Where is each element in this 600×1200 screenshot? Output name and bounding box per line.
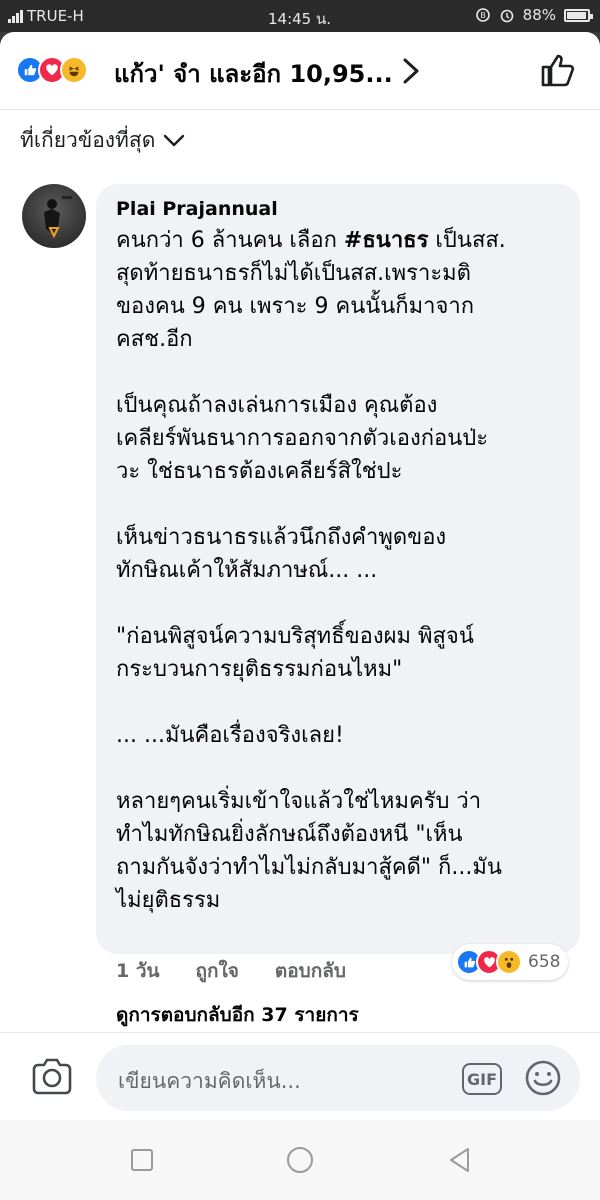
comment-input[interactable]: เขียนความคิดเห็น... GIF — [96, 1045, 580, 1111]
avatar-image — [44, 196, 72, 239]
like-outline-icon[interactable] — [540, 52, 576, 88]
svg-text:B: B — [480, 11, 486, 20]
data-saver-icon: B — [475, 8, 490, 22]
text-line: เป็นคุณถ้าลงเล่นการเมือง คุณต้อง — [116, 393, 438, 418]
comment-bubble[interactable]: Plai Prajannual คนกว่า 6 ล้านคน เลือก #ธ… — [96, 184, 580, 954]
sort-dropdown[interactable]: ที่เกี่ยวข้องที่สุด — [20, 124, 185, 157]
carrier-group: TRUE-H — [8, 7, 84, 25]
text-line: วะ ใช่ธนาธรต้องเคลียร์สิใช่ปะ — [116, 459, 403, 484]
chevron-right-icon[interactable] — [400, 56, 422, 86]
reactions-sheet: แก้ว' จำ และอีก 10,95... ที่เกี่ยวข้องที… — [0, 32, 600, 1200]
back-icon[interactable] — [446, 1146, 474, 1174]
reaction-count: 658 — [528, 952, 561, 972]
home-icon[interactable] — [286, 1146, 314, 1174]
text-line: หลายๆคนเริ่มเข้าใจแล้วใช่ไหมครับ ว่า — [116, 789, 482, 814]
comment-paragraph: ... ...มันคือเรื่องจริงเลย! — [116, 719, 560, 752]
wow-icon — [496, 949, 522, 975]
battery-icon — [564, 8, 593, 22]
text-line: ... ...มันคือเรื่องจริงเลย! — [116, 723, 344, 748]
system-nav-bar — [0, 1120, 600, 1200]
clock: 14:45 น. — [268, 10, 332, 28]
chevron-down-icon — [164, 134, 185, 146]
signal-icon — [8, 9, 23, 23]
comment-time[interactable]: 1 วัน — [116, 956, 160, 986]
text-line: เห็นข่าวธนาธรแล้วนึกถึงคำพูดของ — [116, 525, 447, 550]
text-line: "ก่อนพิสูจน์ความบริสุทธิ์ของผม พิสูจน์ — [116, 624, 474, 649]
comment-input-placeholder: เขียนความคิดเห็น... — [118, 1069, 301, 1093]
reaction-icons — [16, 56, 88, 84]
comment-paragraph: "ก่อนพิสูจน์ความบริสุทธิ์ของผม พิสูจน์ ก… — [116, 620, 560, 686]
view-more-replies-link[interactable]: ดูการตอบกลับอีก 37 รายการ — [116, 1000, 359, 1030]
comment-paragraph: คนกว่า 6 ล้านคน เลือก #ธนาธร เป็นสส. สุด… — [116, 224, 560, 356]
text-line: กระบวนการยุติธรรมก่อนไหม" — [116, 657, 403, 682]
like-button[interactable]: ถูกใจ — [196, 956, 239, 986]
comment-paragraph: เห็นข่าวธนาธรแล้วนึกถึงคำพูดของ ทักษิณเค… — [116, 521, 560, 587]
comment-text: คนกว่า 6 ล้านคน เลือก #ธนาธร เป็นสส. สุด… — [116, 224, 560, 917]
reply-button[interactable]: ตอบกลับ — [275, 956, 346, 986]
text-line: ทักษิณเค้าให้สัมภาษณ์... ... — [116, 558, 378, 583]
text-line: เป็นสส. — [428, 228, 506, 253]
text-line: ของคน 9 คน เพราะ 9 คนนั้นก็มาจาก — [116, 294, 475, 319]
comment-actions: 1 วัน ถูกใจ ตอบกลับ — [116, 956, 382, 986]
battery-percent: 88% — [522, 6, 556, 24]
avatar[interactable] — [22, 184, 86, 248]
comment-composer: เขียนความคิดเห็น... GIF — [0, 1032, 600, 1120]
text-line: ไม่ยุติธรรม — [116, 888, 221, 913]
gif-button[interactable]: GIF — [462, 1063, 502, 1095]
comment-paragraph: หลายๆคนเริ่มเข้าใจแล้วใช่ไหมครับ ว่า ทำไ… — [116, 785, 560, 917]
reactions-header[interactable]: แก้ว' จำ และอีก 10,95... — [0, 32, 600, 110]
text-line: คนกว่า 6 ล้านคน เลือก — [116, 228, 344, 253]
text-line: ถามกันจังว่าทำไมไม่กลับมาสู้คดี" ก็...มั… — [116, 855, 502, 880]
status-bar: TRUE-H 14:45 น. B 88% — [0, 0, 600, 32]
comment-reactions[interactable]: 658 — [452, 944, 569, 980]
emoji-icon[interactable] — [524, 1059, 562, 1097]
text-line: คสช.อีก — [116, 327, 193, 352]
reaction-summary[interactable]: แก้ว' จำ และอีก 10,95... — [114, 54, 393, 93]
comment-paragraph: เป็นคุณถ้าลงเล่นการเมือง คุณต้อง เคลียร์… — [116, 389, 560, 488]
sort-label: ที่เกี่ยวข้องที่สุด — [20, 128, 156, 152]
alarm-icon — [500, 9, 513, 23]
camera-icon[interactable] — [30, 1057, 74, 1097]
text-line: สุดท้ายธนาธรก็ไม่ได้เป็นสส.เพราะมติ — [116, 261, 471, 286]
haha-icon — [60, 56, 88, 84]
hashtag-link[interactable]: #ธนาธร — [344, 228, 429, 253]
status-icons: B 88% — [475, 6, 593, 24]
text-line: เคลียร์พันธนาการออกจากตัวเองก่อนป่ะ — [116, 426, 489, 451]
text-line: ทำไมทักษิณยิ่งลักษณ์ถึงต้องหนี "เห็น — [116, 822, 463, 847]
comment-author[interactable]: Plai Prajannual — [116, 198, 560, 220]
recents-icon[interactable] — [128, 1146, 156, 1174]
carrier-label: TRUE-H — [27, 7, 84, 25]
